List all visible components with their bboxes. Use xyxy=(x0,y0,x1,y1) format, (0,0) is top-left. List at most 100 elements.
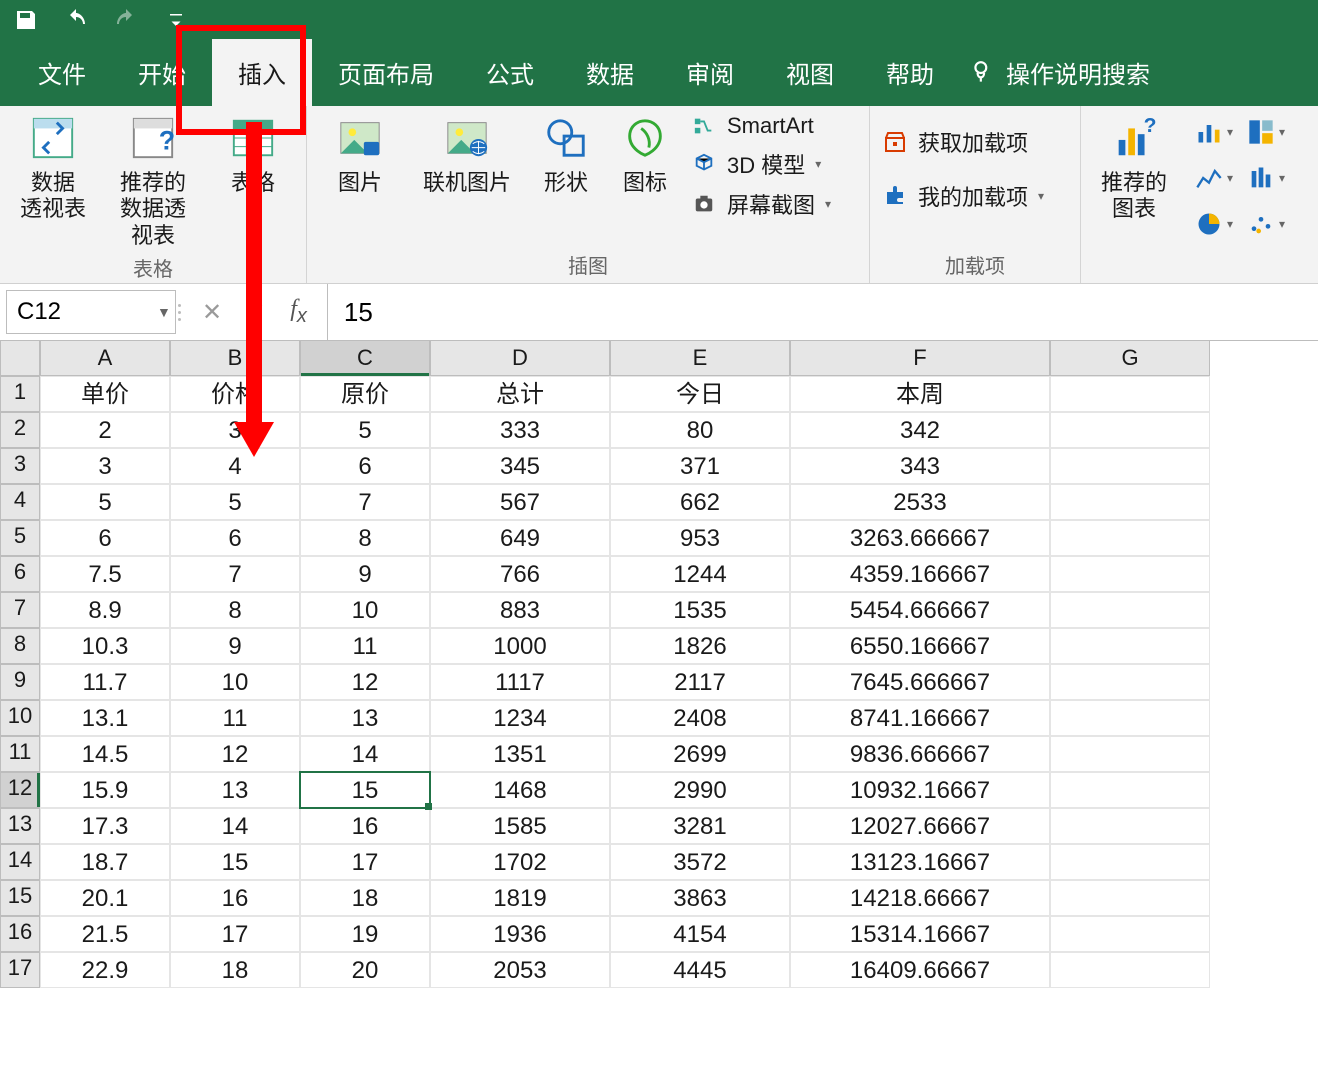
get-addins-button[interactable]: 获取加载项 xyxy=(880,126,1070,158)
3d-models-button[interactable]: 3D 模型▾ xyxy=(689,148,859,180)
tab-formulas[interactable]: 公式 xyxy=(460,39,560,106)
cell-E6[interactable]: 1244 xyxy=(610,556,790,592)
column-header-G[interactable]: G xyxy=(1050,341,1210,376)
tell-me-search[interactable]: 操作说明搜索 xyxy=(960,39,1160,106)
cell-A2[interactable]: 2 xyxy=(40,412,170,448)
cell-G1[interactable] xyxy=(1050,376,1210,412)
undo-button[interactable] xyxy=(60,4,92,36)
cell-F3[interactable]: 343 xyxy=(790,448,1050,484)
cell-C7[interactable]: 10 xyxy=(300,592,430,628)
pivot-table-button[interactable]: 数据 透视表 xyxy=(10,112,96,223)
cell-E13[interactable]: 3281 xyxy=(610,808,790,844)
name-box[interactable]: ▼ xyxy=(6,290,176,334)
cell-E8[interactable]: 1826 xyxy=(610,628,790,664)
cell-G3[interactable] xyxy=(1050,448,1210,484)
cell-E4[interactable]: 662 xyxy=(610,484,790,520)
cell-D7[interactable]: 883 xyxy=(430,592,610,628)
cell-G9[interactable] xyxy=(1050,664,1210,700)
cell-F10[interactable]: 8741.166667 xyxy=(790,700,1050,736)
cell-D15[interactable]: 1819 xyxy=(430,880,610,916)
cell-F16[interactable]: 15314.16667 xyxy=(790,916,1050,952)
cell-F7[interactable]: 5454.666667 xyxy=(790,592,1050,628)
row-header-9[interactable]: 9 xyxy=(0,664,40,700)
column-header-A[interactable]: A xyxy=(40,341,170,376)
cell-D13[interactable]: 1585 xyxy=(430,808,610,844)
column-header-E[interactable]: E xyxy=(610,341,790,376)
cell-C6[interactable]: 9 xyxy=(300,556,430,592)
cell-F12[interactable]: 10932.16667 xyxy=(790,772,1050,808)
cell-B15[interactable]: 16 xyxy=(170,880,300,916)
row-header-4[interactable]: 4 xyxy=(0,484,40,520)
cell-E16[interactable]: 4154 xyxy=(610,916,790,952)
cell-C5[interactable]: 8 xyxy=(300,520,430,556)
cell-G15[interactable] xyxy=(1050,880,1210,916)
column-header-C[interactable]: C xyxy=(300,341,430,376)
statistic-chart-button[interactable]: ▾ xyxy=(1243,158,1287,198)
cancel-formula-button[interactable]: ✕ xyxy=(202,298,222,327)
tab-layout[interactable]: 页面布局 xyxy=(312,39,460,106)
row-header-11[interactable]: 11 xyxy=(0,736,40,772)
cell-D5[interactable]: 649 xyxy=(430,520,610,556)
cell-C15[interactable]: 18 xyxy=(300,880,430,916)
cell-G11[interactable] xyxy=(1050,736,1210,772)
row-header-14[interactable]: 14 xyxy=(0,844,40,880)
spreadsheet-grid[interactable]: ABCDEFG1单价价格原价总计今日本周22353338034233463453… xyxy=(0,341,1318,988)
cell-B12[interactable]: 13 xyxy=(170,772,300,808)
cell-C14[interactable]: 17 xyxy=(300,844,430,880)
cell-F13[interactable]: 12027.66667 xyxy=(790,808,1050,844)
row-header-1[interactable]: 1 xyxy=(0,376,40,412)
cell-D2[interactable]: 333 xyxy=(430,412,610,448)
cell-E3[interactable]: 371 xyxy=(610,448,790,484)
cell-G10[interactable] xyxy=(1050,700,1210,736)
cell-G7[interactable] xyxy=(1050,592,1210,628)
cell-B5[interactable]: 6 xyxy=(170,520,300,556)
cell-C9[interactable]: 12 xyxy=(300,664,430,700)
row-header-17[interactable]: 17 xyxy=(0,952,40,988)
cell-D3[interactable]: 345 xyxy=(430,448,610,484)
cell-D11[interactable]: 1351 xyxy=(430,736,610,772)
cell-A1[interactable]: 单价 xyxy=(40,376,170,412)
save-button[interactable] xyxy=(10,4,42,36)
cell-F2[interactable]: 342 xyxy=(790,412,1050,448)
cell-F5[interactable]: 3263.666667 xyxy=(790,520,1050,556)
cell-C16[interactable]: 19 xyxy=(300,916,430,952)
redo-button[interactable] xyxy=(110,4,142,36)
column-header-F[interactable]: F xyxy=(790,341,1050,376)
insert-function-button[interactable]: fx xyxy=(290,296,307,328)
cell-F8[interactable]: 6550.166667 xyxy=(790,628,1050,664)
cell-D12[interactable]: 1468 xyxy=(430,772,610,808)
cell-F1[interactable]: 本周 xyxy=(790,376,1050,412)
customize-qat-button[interactable] xyxy=(160,4,192,36)
formula-input[interactable] xyxy=(344,297,1302,328)
cell-C2[interactable]: 5 xyxy=(300,412,430,448)
select-all-corner[interactable] xyxy=(0,341,40,376)
cell-F6[interactable]: 4359.166667 xyxy=(790,556,1050,592)
tab-help[interactable]: 帮助 xyxy=(860,39,960,106)
cell-C12[interactable]: 15 xyxy=(300,772,430,808)
cell-E11[interactable]: 2699 xyxy=(610,736,790,772)
tab-view[interactable]: 视图 xyxy=(760,39,860,106)
pictures-button[interactable]: 图片 xyxy=(317,112,403,196)
tab-data[interactable]: 数据 xyxy=(560,39,660,106)
name-box-input[interactable] xyxy=(7,298,153,326)
row-header-6[interactable]: 6 xyxy=(0,556,40,592)
pie-chart-button[interactable]: ▾ xyxy=(1191,204,1235,244)
line-chart-button[interactable]: ▾ xyxy=(1191,158,1235,198)
row-header-3[interactable]: 3 xyxy=(0,448,40,484)
cell-G2[interactable] xyxy=(1050,412,1210,448)
row-header-15[interactable]: 15 xyxy=(0,880,40,916)
cell-A16[interactable]: 21.5 xyxy=(40,916,170,952)
screenshot-button[interactable]: 屏幕截图▾ xyxy=(689,188,859,220)
cell-A9[interactable]: 11.7 xyxy=(40,664,170,700)
cell-C17[interactable]: 20 xyxy=(300,952,430,988)
row-header-5[interactable]: 5 xyxy=(0,520,40,556)
cell-G13[interactable] xyxy=(1050,808,1210,844)
cell-C10[interactable]: 13 xyxy=(300,700,430,736)
cell-B17[interactable]: 18 xyxy=(170,952,300,988)
cell-D17[interactable]: 2053 xyxy=(430,952,610,988)
cell-A8[interactable]: 10.3 xyxy=(40,628,170,664)
cell-C8[interactable]: 11 xyxy=(300,628,430,664)
recommended-charts-button[interactable]: ? 推荐的 图表 xyxy=(1091,112,1177,223)
row-header-16[interactable]: 16 xyxy=(0,916,40,952)
cell-A11[interactable]: 14.5 xyxy=(40,736,170,772)
